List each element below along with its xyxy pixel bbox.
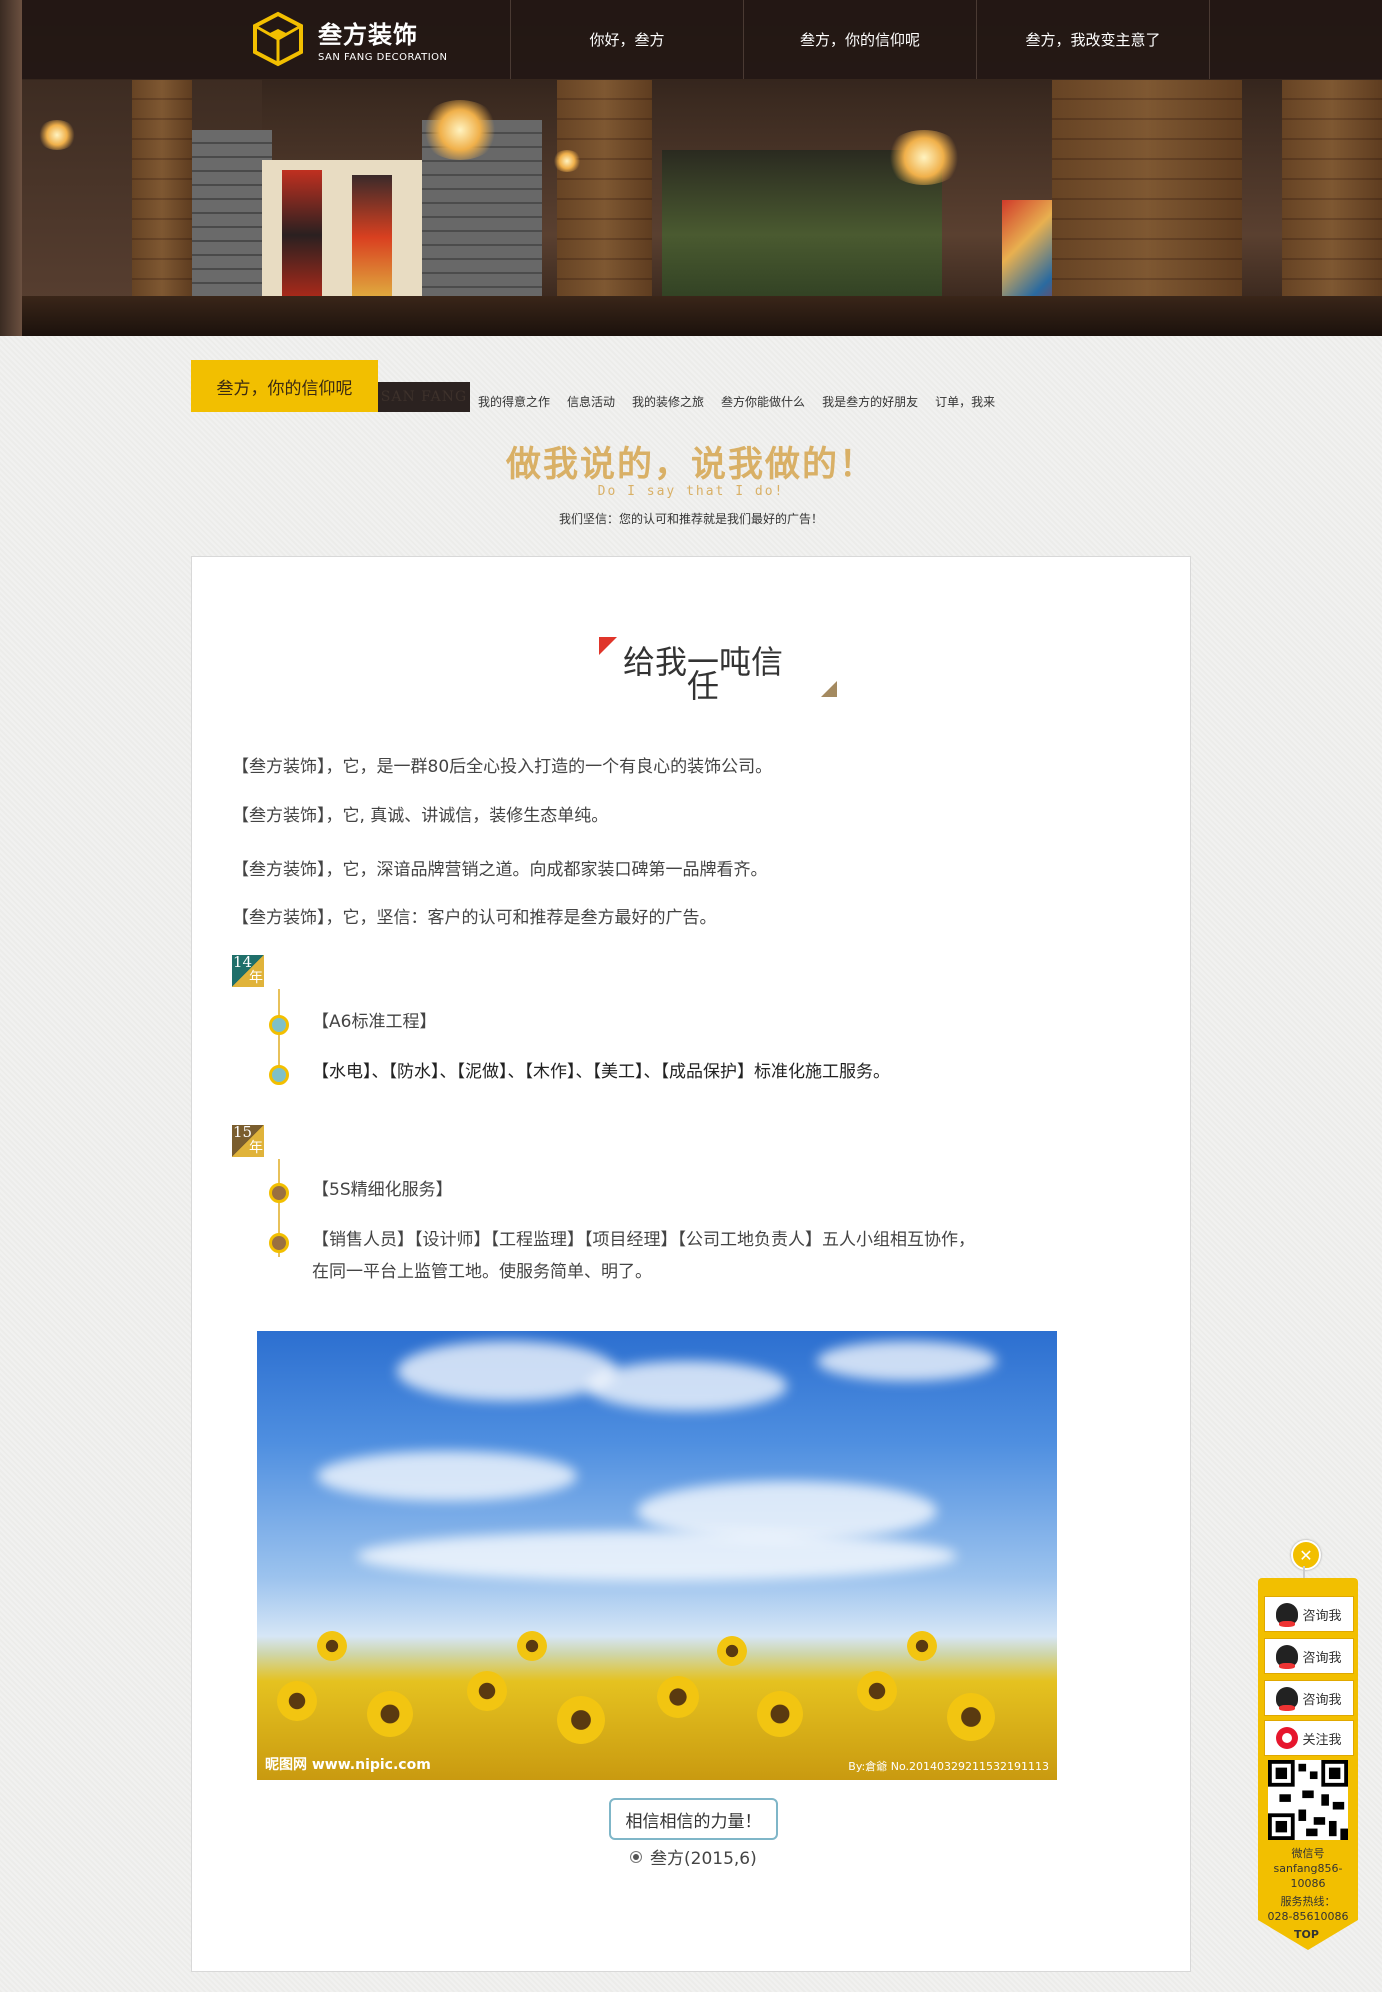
radio-icon [630, 1850, 642, 1863]
sub-nav-friends[interactable]: 我是叁方的好朋友 [822, 393, 918, 410]
title-part-4: 任 [687, 667, 720, 705]
weibo-icon [1276, 1727, 1299, 1749]
timeline-item: 【销售人员】【设计师】【工程监理】【项目经理】【公司工地负责人】五人小组相互协作… [312, 1230, 975, 1250]
content-card: 给我 一 吨信 任 【叁方装饰】，它，是一群80后全心投入打造的一个有良心的装饰… [191, 556, 1191, 1972]
logo-tagline: SAN FANG DECORATION [318, 52, 448, 63]
sub-nav: 我的得意之作 信息活动 我的装修之旅 叁方你能做什么 我是叁方的好朋友 订单，我… [478, 393, 995, 410]
wechat-id: sanfang856- [1273, 1862, 1343, 1875]
qq-icon [1276, 1603, 1299, 1627]
qq-icon [1276, 1645, 1299, 1669]
section-dark-label: SAN FANG [378, 382, 470, 412]
consult-label: 咨询我 [1302, 1692, 1342, 1708]
hotline-label: 服务热线： [1280, 1895, 1336, 1908]
title-part-1: 给我 [623, 643, 688, 681]
nav-belief[interactable]: 叁方，你的信仰呢 [743, 0, 976, 79]
tan-corner-icon [821, 681, 837, 697]
slogan-note: 我们坚信：您的认可和推荐就是我们最好的广告！ [558, 512, 823, 526]
sub-nav-order[interactable]: 订单，我来 [935, 393, 995, 410]
title-part-3: 吨信 [719, 643, 784, 681]
floating-contact-bar: ✕ 咨询我 咨询我 咨询我 关注我 微信号 sanfang856- 10086 … [1258, 1540, 1358, 1960]
wechat-label: 微信号 [1291, 1847, 1325, 1860]
photo-caption: 相信相信的力量！ [609, 1798, 778, 1840]
section-title: 叁方，你的信仰呢 [191, 360, 378, 412]
top-navbar: 叁方装饰 SAN FANG DECORATION 你好，叁方 叁方，你的信仰呢 … [22, 0, 1382, 79]
slogan-english: Do I say that I do! [597, 484, 785, 499]
nav-hello[interactable]: 你好，叁方 [510, 0, 743, 79]
consult-button[interactable]: 咨询我 [1264, 1596, 1354, 1632]
sub-nav-services[interactable]: 叁方你能做什么 [721, 393, 805, 410]
contact-panel: 咨询我 咨询我 咨询我 关注我 微信号 sanfang856- 10086 服务… [1258, 1578, 1358, 1923]
main-nav: 你好，叁方 叁方，你的信仰呢 叁方，我改变主意了 [510, 0, 1210, 79]
logo[interactable]: 叁方装饰 SAN FANG DECORATION [250, 8, 448, 70]
intro-paragraph: 【叁方装饰】，它，深谙品牌营销之道。向成都家装口碑第一品牌看齐。 [232, 860, 768, 880]
timeline-item: 在同一平台上监管工地。使服务简单、明了。 [312, 1262, 652, 1282]
timeline-item: 【5S精细化服务】 [312, 1180, 453, 1200]
timeline-dot [269, 1065, 289, 1085]
timeline-item: 【A6标准工程】 [312, 1012, 437, 1032]
hero-edge [0, 0, 22, 336]
year-char: 年 [249, 970, 263, 986]
sub-nav-works[interactable]: 我的得意之作 [478, 393, 550, 410]
year-char: 年 [249, 1140, 263, 1156]
sub-nav-events[interactable]: 信息活动 [567, 393, 615, 410]
logo-name: 叁方装饰 [318, 21, 418, 49]
top-label[interactable]: TOP [1294, 1928, 1319, 1941]
consult-button[interactable]: 咨询我 [1264, 1638, 1354, 1674]
wechat-id-2: 10086 [1290, 1877, 1326, 1890]
timeline-item: 【水电】、【防水】、【泥做】、【木作】、【美工】、【成品保护】标准化施工服务。 [312, 1062, 890, 1082]
qr-code-icon [1268, 1760, 1348, 1840]
timeline-dot [269, 1015, 289, 1035]
logo-cube-icon [253, 11, 303, 67]
sub-nav-journey[interactable]: 我的装修之旅 [632, 393, 704, 410]
intro-paragraph: 【叁方装饰】，它，是一群80后全心投入打造的一个有良心的装饰公司。 [232, 757, 773, 777]
signature-text: 叁方(2015,6) [650, 1849, 757, 1869]
follow-button[interactable]: 关注我 [1264, 1720, 1354, 1756]
follow-label: 关注我 [1302, 1732, 1342, 1748]
sunflower-photo: 昵图网 www.nipic.com By:倉爺 No.2014032921153… [257, 1331, 1057, 1780]
hanger-line [1303, 1566, 1305, 1578]
intro-paragraph: 【叁方装饰】，它, 真诚、讲诚信，装修生态单纯。 [232, 806, 609, 826]
nav-change-mind[interactable]: 叁方，我改变主意了 [976, 0, 1210, 79]
photo-watermark-right: By:倉爺 No.20140329211532191113 [848, 1760, 1049, 1773]
qq-icon [1276, 1687, 1299, 1711]
article-title: 给我 一 吨信 任 [599, 637, 839, 717]
consult-label: 咨询我 [1302, 1650, 1342, 1666]
consult-label: 咨询我 [1302, 1608, 1342, 1624]
intro-paragraph: 【叁方装饰】，它，坚信：客户的认可和推荐是叁方最好的广告。 [232, 908, 717, 928]
consult-button[interactable]: 咨询我 [1264, 1680, 1354, 1716]
close-icon[interactable]: ✕ [1291, 1540, 1321, 1570]
year-badge-15: 15 年 [232, 1123, 264, 1157]
signature: 叁方(2015,6) [630, 1844, 757, 1869]
timeline-dot [269, 1233, 289, 1253]
year-badge-14: 14 年 [232, 953, 264, 987]
timeline-dot [269, 1183, 289, 1203]
red-corner-icon [599, 637, 617, 655]
photo-watermark-left: 昵图网 www.nipic.com [265, 1757, 431, 1773]
slogan-heading: 做我说的，说我做的！ [505, 444, 876, 485]
